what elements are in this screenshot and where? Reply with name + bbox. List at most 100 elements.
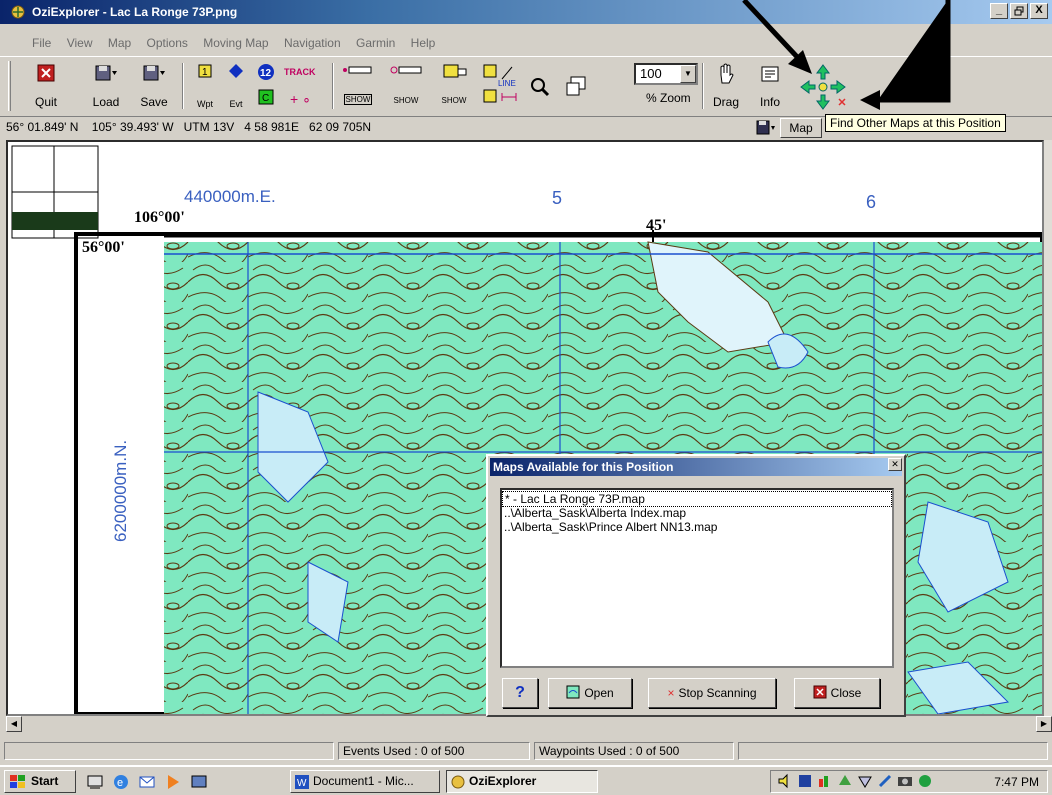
- map-button[interactable]: Map: [780, 118, 822, 138]
- menu-view[interactable]: View: [61, 34, 99, 52]
- route-show-icon: [443, 64, 467, 78]
- maps-available-dialog: Maps Available for this Position ✕ * - L…: [486, 454, 906, 717]
- menu-navigation[interactable]: Navigation: [278, 34, 347, 52]
- window-mode-button[interactable]: [560, 61, 592, 111]
- tray-app-icon[interactable]: [817, 773, 833, 789]
- open-button[interactable]: Open: [548, 678, 632, 708]
- info-button[interactable]: Info: [752, 61, 788, 111]
- media-player-icon[interactable]: [164, 773, 182, 791]
- title-bar[interactable]: OziExplorer - Lac La Ronge 73P.png _ X: [0, 0, 1052, 24]
- menu-help[interactable]: Help: [405, 34, 442, 52]
- menu-file[interactable]: File: [26, 34, 57, 52]
- status-panel: [4, 742, 334, 760]
- measure-button[interactable]: [480, 87, 520, 111]
- camera-icon[interactable]: [897, 773, 913, 789]
- menu-map[interactable]: Map: [102, 34, 137, 52]
- waypoint-button[interactable]: 1 Wpt: [190, 61, 220, 111]
- save-button[interactable]: Save: [134, 61, 174, 111]
- magnifier-icon: [531, 78, 550, 97]
- info-icon: [761, 66, 779, 82]
- longitude-106-label: 106°00': [134, 209, 185, 226]
- find-button[interactable]: [524, 61, 556, 111]
- event-button[interactable]: Evt: [222, 61, 250, 111]
- close-window-button[interactable]: X: [1030, 3, 1048, 19]
- scroll-right-icon[interactable]: ▶: [1036, 716, 1052, 732]
- menu-options[interactable]: Options: [141, 34, 194, 52]
- desktop-icon[interactable]: [86, 773, 104, 791]
- cursor-coordinates: 56° 01.849' N 105° 39.493' W UTM 13V 4 5…: [6, 120, 372, 134]
- restore-button[interactable]: [1010, 3, 1028, 19]
- word-icon: W: [295, 775, 309, 789]
- close-door-icon: [813, 685, 827, 699]
- menu-moving-map[interactable]: Moving Map: [197, 34, 274, 52]
- internet-explorer-icon[interactable]: e: [112, 773, 130, 791]
- event-diamond-icon: [229, 64, 243, 78]
- maps-list[interactable]: * - Lac La Ronge 73P.map ..\Alberta_Sask…: [500, 488, 894, 668]
- drag-button[interactable]: Drag: [706, 61, 746, 111]
- globe-icon[interactable]: [917, 773, 933, 789]
- route-add-button[interactable]: C: [254, 87, 278, 109]
- save-label: Save: [140, 95, 168, 109]
- toolbar-separator: [332, 63, 334, 109]
- list-item[interactable]: ..\Alberta_Sask\Prince Albert NN13.map: [502, 520, 892, 534]
- scroll-left-icon[interactable]: ◀: [6, 716, 22, 732]
- restore-icon: [1014, 6, 1024, 16]
- load-button[interactable]: Load: [86, 61, 126, 111]
- vertical-scrollbar[interactable]: [1044, 140, 1052, 716]
- show-route-button[interactable]: SHOW: [434, 61, 474, 111]
- minimize-button[interactable]: _: [990, 3, 1008, 19]
- waypoints-used: Waypoints Used : 0 of 500: [534, 742, 734, 760]
- show-waypoints-button[interactable]: SHOW: [386, 61, 426, 111]
- list-item[interactable]: * - Lac La Ronge 73P.map: [502, 491, 892, 507]
- list-item[interactable]: ..\Alberta_Sask\Alberta Index.map: [502, 506, 892, 520]
- tray-app-icon[interactable]: [857, 773, 873, 789]
- window-title: OziExplorer - Lac La Ronge 73P.png: [32, 5, 238, 19]
- close-label: Close: [830, 686, 862, 700]
- menu-garmin[interactable]: Garmin: [350, 34, 401, 52]
- dialog-close-icon[interactable]: ✕: [888, 458, 902, 471]
- drag-label: Drag: [712, 95, 739, 109]
- volume-icon[interactable]: [777, 773, 793, 789]
- zoom-value: 100: [640, 66, 662, 81]
- horizontal-scrollbar[interactable]: ◀ ▶: [6, 716, 1052, 732]
- stop-label: Stop Scanning: [678, 686, 757, 700]
- open-map-icon: [566, 685, 580, 699]
- save-icon: [143, 65, 165, 81]
- find-other-maps-button[interactable]: [792, 61, 854, 111]
- oziexplorer-task-icon: [451, 775, 465, 789]
- stop-scanning-button[interactable]: × Stop Scanning: [648, 678, 776, 708]
- quit-button[interactable]: Quit: [28, 61, 64, 111]
- clock: 7:47 PM: [994, 775, 1039, 789]
- easting-5-label: 5: [552, 188, 562, 208]
- oziexplorer-app-icon: [11, 5, 25, 19]
- task-oziexplorer-label: OziExplorer: [469, 774, 537, 788]
- find-maps-tooltip: Find Other Maps at this Position: [825, 114, 1006, 132]
- svg-text:C: C: [262, 93, 269, 104]
- show-label: SHOW: [344, 94, 372, 105]
- tray-app-icon[interactable]: [837, 773, 853, 789]
- northing-label: 6200000m.N.: [111, 440, 130, 542]
- save-map-icon[interactable]: [756, 120, 776, 136]
- network-icon[interactable]: [797, 773, 813, 789]
- task-document1-label: Document1 - Mic...: [313, 774, 414, 788]
- waypoint-icon: 1: [198, 64, 212, 78]
- dialog-title[interactable]: Maps Available for this Position: [490, 458, 902, 476]
- taskbar: Start e W Document1 - Mic... OziExplorer…: [0, 765, 1052, 795]
- plus-cursor-icon[interactable]: + ∘: [290, 91, 311, 108]
- monitor-icon[interactable]: [190, 773, 208, 791]
- close-button[interactable]: Close: [794, 678, 880, 708]
- help-button[interactable]: ?: [502, 678, 538, 708]
- start-button[interactable]: Start: [4, 770, 76, 793]
- show-track-button[interactable]: SHOW: [338, 61, 378, 111]
- hand-icon: [720, 63, 734, 84]
- svg-text:e: e: [117, 777, 123, 789]
- zoom-select[interactable]: 100 ▼: [634, 63, 698, 85]
- chevron-down-icon[interactable]: ▼: [680, 65, 696, 83]
- task-document1[interactable]: W Document1 - Mic...: [290, 770, 440, 793]
- track-label[interactable]: TRACK: [284, 67, 316, 77]
- tray-app-icon[interactable]: [877, 773, 893, 789]
- outlook-icon[interactable]: [138, 773, 156, 791]
- menu-bar: File View Map Options Moving Map Navigat…: [0, 34, 1052, 54]
- toolbar-grip[interactable]: [8, 61, 11, 111]
- task-oziexplorer[interactable]: OziExplorer: [446, 770, 598, 793]
